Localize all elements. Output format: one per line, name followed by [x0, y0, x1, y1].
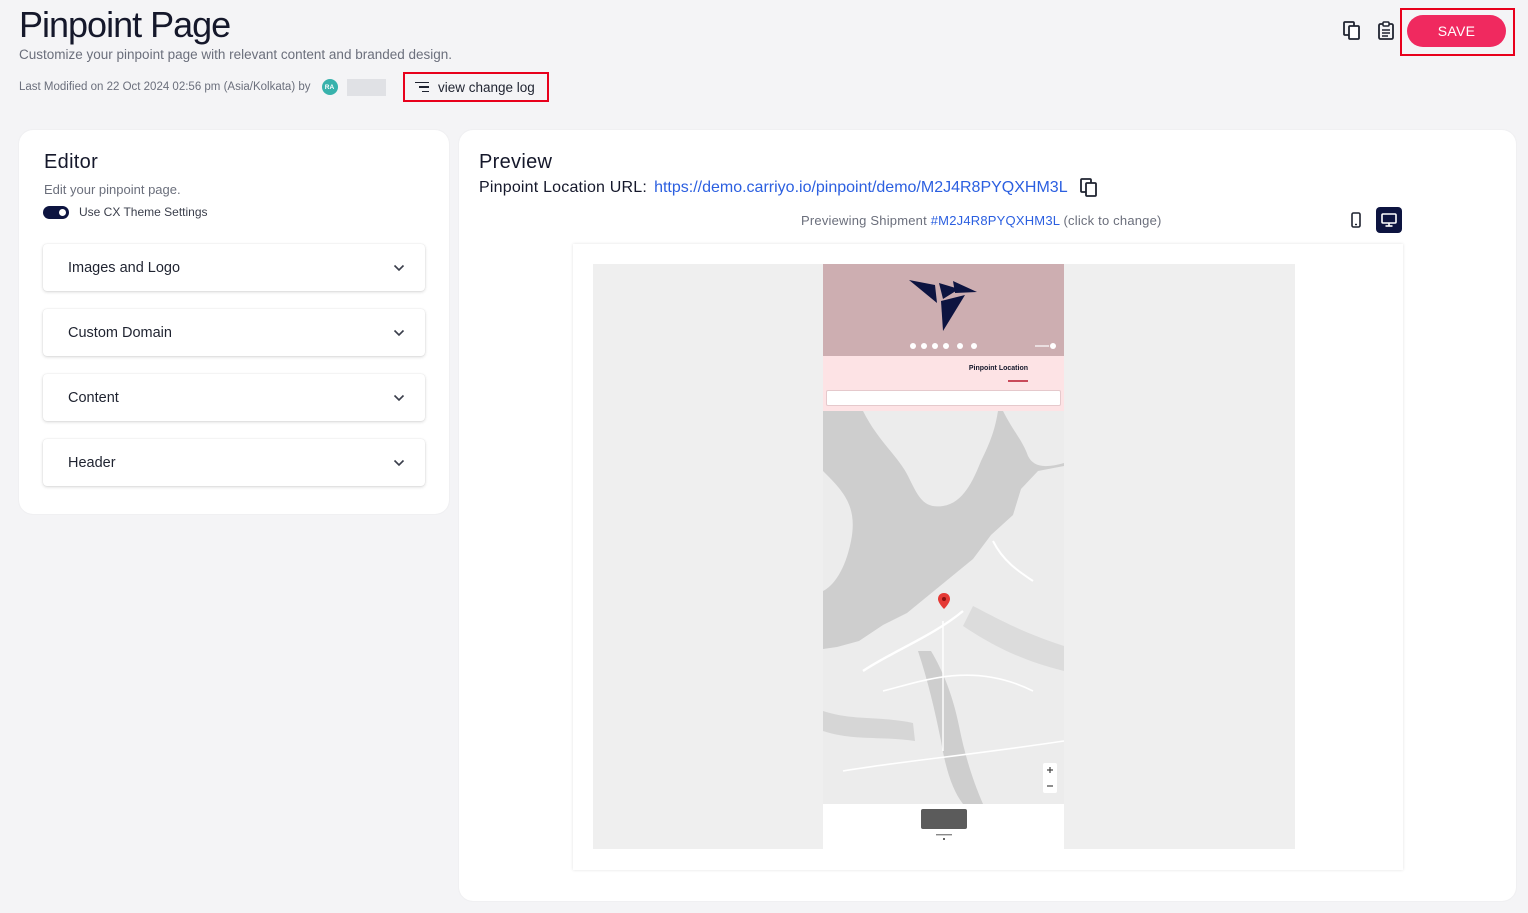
view-change-log-button[interactable]: view change log [403, 72, 549, 102]
chevron-down-icon [393, 264, 405, 271]
section-images-and-logo[interactable]: Images and Logo [43, 244, 425, 291]
chevron-down-icon [393, 329, 405, 336]
page-subtitle: Customize your pinpoint page with releva… [19, 47, 453, 62]
copy-icon[interactable] [1341, 20, 1363, 42]
copy-url-icon[interactable] [1079, 178, 1099, 198]
mobile-icon [1351, 212, 1361, 228]
change-hint: (click to change) [1063, 213, 1162, 228]
cx-theme-toggle-label: Use CX Theme Settings [79, 205, 208, 219]
section-label: Images and Logo [68, 259, 181, 276]
phone-page-subtitle [1008, 379, 1028, 384]
last-modified-text: Last Modified on 22 Oct 2024 02:56 pm (A… [19, 81, 311, 93]
cx-theme-toggle-row: Use CX Theme Settings [43, 205, 208, 219]
preview-frame: Pinpoint Location [573, 244, 1403, 870]
list-icon [415, 81, 429, 93]
phone-header [823, 264, 1064, 356]
brand-logo [909, 280, 977, 331]
desktop-icon [1381, 213, 1397, 227]
desktop-view-button[interactable] [1376, 207, 1402, 233]
phone-map[interactable] [823, 411, 1064, 804]
previewing-shipment: Previewing Shipment #M2J4R8PYQXHM3L (cli… [801, 213, 1162, 228]
phone-confirm-button[interactable] [921, 809, 967, 829]
clipboard-icon[interactable] [1375, 20, 1397, 42]
section-content[interactable]: Content [43, 374, 425, 421]
page-title: Pinpoint Page [19, 4, 231, 45]
phone-preview: Pinpoint Location [823, 264, 1064, 849]
section-header[interactable]: Header [43, 439, 425, 486]
section-custom-domain[interactable]: Custom Domain [43, 309, 425, 356]
editor-panel: Editor Edit your pinpoint page. Use CX T… [19, 130, 449, 514]
mobile-view-button[interactable] [1343, 207, 1369, 233]
avatar: RA [321, 79, 338, 95]
pinpoint-url-row: Pinpoint Location URL: https://demo.carr… [479, 178, 1099, 198]
editor-subtitle: Edit your pinpoint page. [44, 182, 181, 197]
section-label: Custom Domain [68, 324, 172, 341]
preview-title: Preview [479, 151, 553, 173]
phone-footer-note [823, 833, 1064, 842]
section-label: Content [68, 389, 119, 406]
language-icon [1035, 343, 1056, 349]
pinpoint-url-link[interactable]: https://demo.carriyo.io/pinpoint/demo/M2… [654, 179, 1068, 197]
preview-panel: Preview Pinpoint Location URL: https://d… [459, 130, 1516, 901]
phone-search-input[interactable] [826, 390, 1061, 406]
cx-theme-toggle[interactable] [43, 205, 69, 219]
social-icons [910, 343, 977, 349]
url-label: Pinpoint Location URL: [479, 179, 648, 196]
chevron-down-icon [393, 459, 405, 466]
save-button[interactable]: SAVE [1407, 15, 1506, 47]
chevron-down-icon [393, 394, 405, 401]
map-marker-icon [938, 593, 950, 609]
section-label: Header [68, 454, 116, 471]
preview-canvas: Pinpoint Location [593, 264, 1295, 849]
change-log-label: view change log [438, 79, 535, 95]
shipment-id-link[interactable]: #M2J4R8PYQXHM3L [931, 213, 1060, 228]
phone-page-title: Pinpoint Location [968, 365, 1028, 372]
previewing-label: Previewing Shipment [801, 213, 927, 228]
user-name-placeholder [346, 78, 386, 96]
editor-title: Editor [44, 151, 99, 173]
last-modified-row: Last Modified on 22 Oct 2024 02:56 pm (A… [19, 76, 386, 98]
